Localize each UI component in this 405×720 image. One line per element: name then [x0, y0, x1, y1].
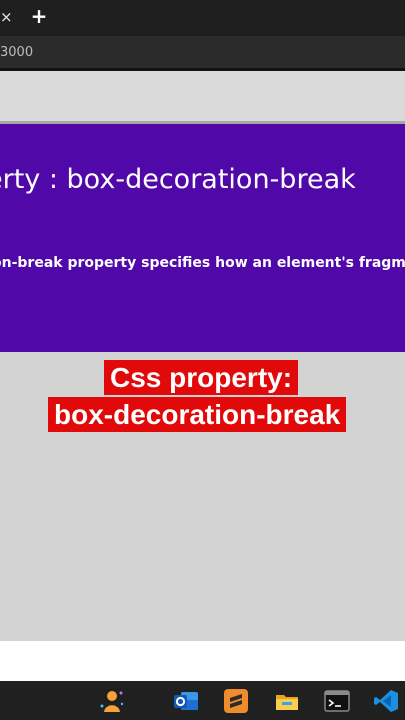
copilot-icon[interactable]: [98, 688, 124, 714]
heading-banner: erty : box-decoration-break on-break pro…: [0, 124, 405, 352]
page-heading: erty : box-decoration-break: [0, 164, 356, 195]
caption-line-1: Css property:: [104, 360, 299, 395]
outlook-icon[interactable]: [173, 688, 199, 714]
vscode-icon[interactable]: [373, 688, 399, 714]
browser-address-bar: 3000: [0, 36, 405, 68]
page-bottom-area: [0, 641, 405, 681]
page-top-area: [0, 71, 405, 122]
sublime-text-icon[interactable]: [223, 688, 249, 714]
url-text: 3000: [0, 45, 34, 60]
caption-line-2: box-decoration-break: [48, 397, 347, 432]
page-description: on-break property specifies how an eleme…: [0, 255, 405, 271]
tab-close-icon[interactable]: ×: [0, 7, 13, 27]
new-tab-button[interactable]: +: [30, 5, 48, 27]
browser-tab-bar: × +: [0, 0, 405, 36]
url-input[interactable]: 3000: [0, 42, 405, 64]
terminal-icon[interactable]: [324, 688, 350, 714]
video-caption: Css property: box-decoration-break: [48, 360, 355, 434]
file-explorer-icon[interactable]: [274, 688, 300, 714]
page-viewport: erty : box-decoration-break on-break pro…: [0, 71, 405, 641]
windows-taskbar: [0, 681, 405, 720]
